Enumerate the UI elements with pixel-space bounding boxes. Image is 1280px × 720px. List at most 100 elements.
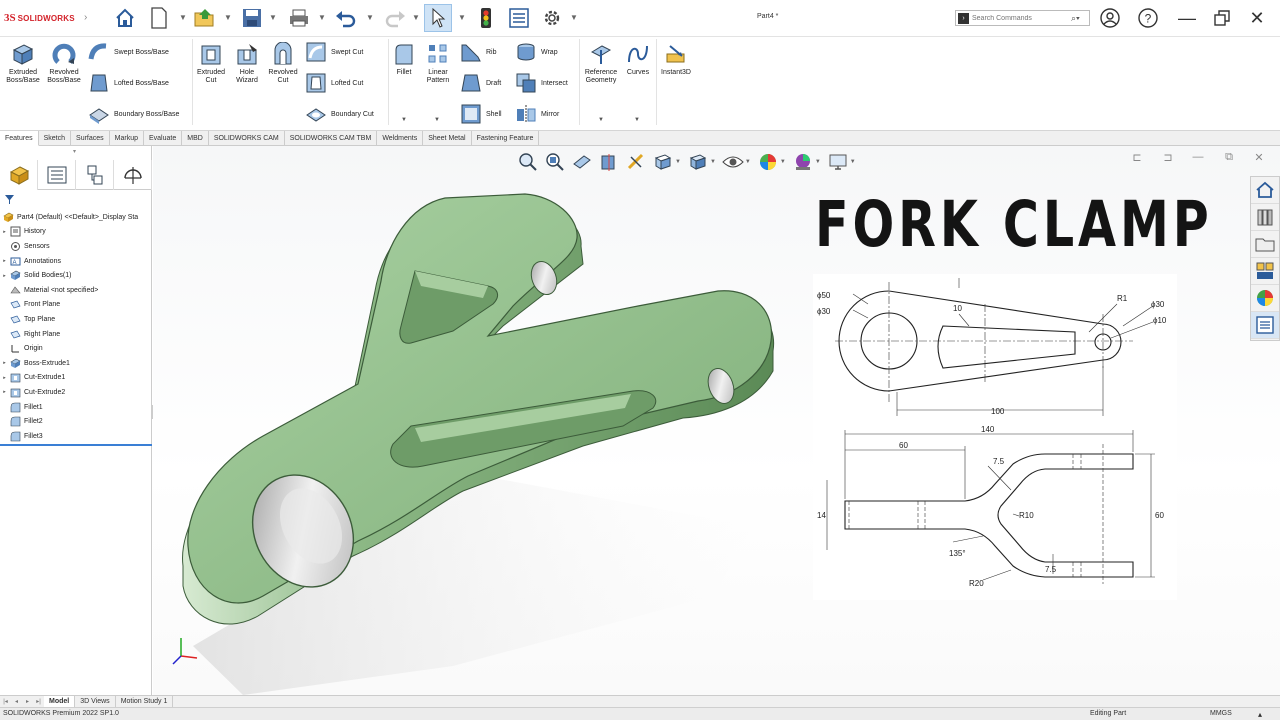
rollback-bar[interactable] — [0, 444, 152, 446]
tab-motion-study[interactable]: Motion Study 1 — [116, 696, 174, 707]
filter-button[interactable] — [4, 194, 15, 207]
expand-arrow-icon[interactable]: ▸ — [0, 360, 9, 366]
print-button[interactable] — [285, 4, 313, 32]
rebuild-button[interactable] — [472, 4, 500, 32]
tree-item-front-plane[interactable]: Front Plane — [0, 298, 152, 313]
boundary-boss-button[interactable]: Boundary Boss/Base — [88, 103, 179, 125]
select-button[interactable] — [424, 4, 452, 32]
wrap-button[interactable]: Wrap — [515, 41, 558, 63]
search-commands[interactable]: › ⌕▾ — [955, 10, 1090, 26]
expand-arrow-icon[interactable]: ▸ — [0, 229, 9, 235]
account-button[interactable] — [1095, 4, 1125, 32]
display-style-button[interactable] — [686, 150, 710, 174]
view-orientation-button[interactable] — [651, 150, 675, 174]
extruded-cut-button[interactable]: Extruded Cut — [195, 41, 227, 85]
apply-scene-button[interactable] — [791, 150, 815, 174]
tab-next-button[interactable]: ▸ — [22, 696, 33, 707]
previous-view-button[interactable] — [570, 150, 594, 174]
revolved-cut-button[interactable]: Revolved Cut — [266, 41, 300, 85]
design-library-button[interactable] — [1251, 204, 1279, 231]
help-button[interactable]: ? — [1133, 4, 1163, 32]
edit-appearance-button[interactable] — [756, 150, 780, 174]
viewport-close-button[interactable]: ✕ — [1247, 148, 1271, 166]
tree-root-part[interactable]: Part4 (Default) <<Default>_Display Sta — [0, 210, 152, 225]
viewport-expand-button[interactable]: ⊐ — [1156, 148, 1180, 166]
viewport-restore-button[interactable]: ⧉ — [1217, 148, 1241, 166]
home-button[interactable] — [111, 4, 139, 32]
tab-first-button[interactable]: |◂ — [0, 696, 11, 707]
panel-resize-handle[interactable]: ▾ — [73, 148, 76, 155]
search-input[interactable] — [972, 14, 1067, 22]
view-orientation-dropdown-icon[interactable]: ▼ — [675, 159, 681, 165]
reference-dropdown-icon[interactable]: ▼ — [598, 117, 604, 123]
file-explorer-button[interactable] — [1251, 231, 1279, 258]
dynamic-annotation-button[interactable] — [624, 150, 648, 174]
hide-show-dropdown-icon[interactable]: ▼ — [745, 159, 751, 165]
tab-weldments[interactable]: Weldments — [377, 131, 424, 146]
revolved-boss-button[interactable]: Revolved Boss/Base — [44, 41, 84, 85]
tree-item-fillet3[interactable]: Fillet3 — [0, 429, 152, 444]
tab-property-manager[interactable] — [38, 160, 76, 190]
tree-item-origin[interactable]: Origin — [0, 341, 152, 356]
curves-button[interactable]: Curves — [622, 41, 654, 77]
fillet-dropdown-icon[interactable]: ▼ — [401, 117, 407, 123]
swept-cut-button[interactable]: Swept Cut — [305, 41, 363, 63]
status-expand-icon[interactable]: ▴ — [1258, 710, 1262, 719]
menu-expand-icon[interactable]: › — [84, 12, 87, 23]
close-button[interactable]: ✕ — [1242, 4, 1272, 32]
tab-last-button[interactable]: ▸| — [33, 696, 44, 707]
minimize-button[interactable]: — — [1172, 4, 1202, 32]
fillet-button[interactable]: Fillet — [391, 41, 417, 77]
redo-dropdown-icon[interactable]: ▼ — [412, 13, 420, 22]
scene-dropdown-icon[interactable]: ▼ — [815, 159, 821, 165]
appearances-button[interactable] — [1251, 285, 1279, 312]
file-properties-button[interactable] — [505, 4, 533, 32]
new-dropdown-icon[interactable]: ▼ — [179, 13, 187, 22]
expand-arrow-icon[interactable]: ▸ — [0, 375, 9, 381]
instant3d-button[interactable]: Instant3D — [658, 41, 694, 77]
expand-arrow-icon[interactable]: ▸ — [0, 258, 9, 264]
zoom-to-fit-button[interactable] — [516, 150, 540, 174]
zoom-to-area-button[interactable] — [543, 150, 567, 174]
tab-configuration-manager[interactable] — [76, 160, 114, 190]
curves-dropdown-icon[interactable]: ▼ — [634, 117, 640, 123]
restore-button[interactable] — [1207, 4, 1237, 32]
viewport-collapse-button[interactable]: ⊏ — [1125, 148, 1149, 166]
shell-button[interactable]: Shell — [460, 103, 502, 125]
save-dropdown-icon[interactable]: ▼ — [269, 13, 277, 22]
tab-feature-manager[interactable] — [0, 160, 38, 190]
print-dropdown-icon[interactable]: ▼ — [318, 13, 326, 22]
appearance-dropdown-icon[interactable]: ▼ — [780, 159, 786, 165]
tree-item-cut-extrude2[interactable]: ▸ Cut-Extrude2 — [0, 385, 152, 400]
tab-prev-button[interactable]: ◂ — [11, 696, 22, 707]
tab-solidworks-cam[interactable]: SOLIDWORKS CAM — [209, 131, 285, 146]
tab-evaluate[interactable]: Evaluate — [144, 131, 183, 146]
tree-item-solid-bodies-1[interactable]: ▸ Solid Bodies(1) — [0, 268, 152, 283]
tree-item-top-plane[interactable]: Top Plane — [0, 312, 152, 327]
expand-arrow-icon[interactable]: ▸ — [0, 389, 9, 395]
tree-item-annotations[interactable]: ▸ A Annotations — [0, 254, 152, 269]
tree-item-history[interactable]: ▸ History — [0, 225, 152, 240]
tab-model[interactable]: Model — [44, 696, 76, 707]
solidworks-resources-button[interactable] — [1251, 177, 1279, 204]
open-dropdown-icon[interactable]: ▼ — [224, 13, 232, 22]
rib-button[interactable]: Rib — [460, 41, 497, 63]
tab-markup[interactable]: Markup — [110, 131, 144, 146]
view-settings-button[interactable] — [826, 150, 850, 174]
reference-geometry-button[interactable]: Reference Geometry — [582, 41, 620, 85]
tab-mbd[interactable]: MBD — [182, 131, 209, 146]
view-palette-button[interactable] — [1251, 258, 1279, 285]
tab-features[interactable]: Features — [0, 131, 39, 146]
expand-arrow-icon[interactable]: ▸ — [0, 273, 9, 279]
search-icon[interactable]: ⌕▾ — [1071, 13, 1080, 24]
tree-item-right-plane[interactable]: Right Plane — [0, 327, 152, 342]
tree-item-fillet2[interactable]: Fillet2 — [0, 414, 152, 429]
tab-3d-views[interactable]: 3D Views — [75, 696, 116, 707]
tab-surfaces[interactable]: Surfaces — [71, 131, 110, 146]
tab-sketch[interactable]: Sketch — [39, 131, 72, 146]
tab-dimxpert-manager[interactable] — [114, 160, 152, 190]
tree-item-boss-extrude1[interactable]: ▸ Boss-Extrude1 — [0, 356, 152, 371]
extruded-boss-button[interactable]: Extruded Boss/Base — [4, 41, 42, 85]
undo-button[interactable] — [332, 4, 360, 32]
pattern-dropdown-icon[interactable]: ▼ — [434, 117, 440, 123]
